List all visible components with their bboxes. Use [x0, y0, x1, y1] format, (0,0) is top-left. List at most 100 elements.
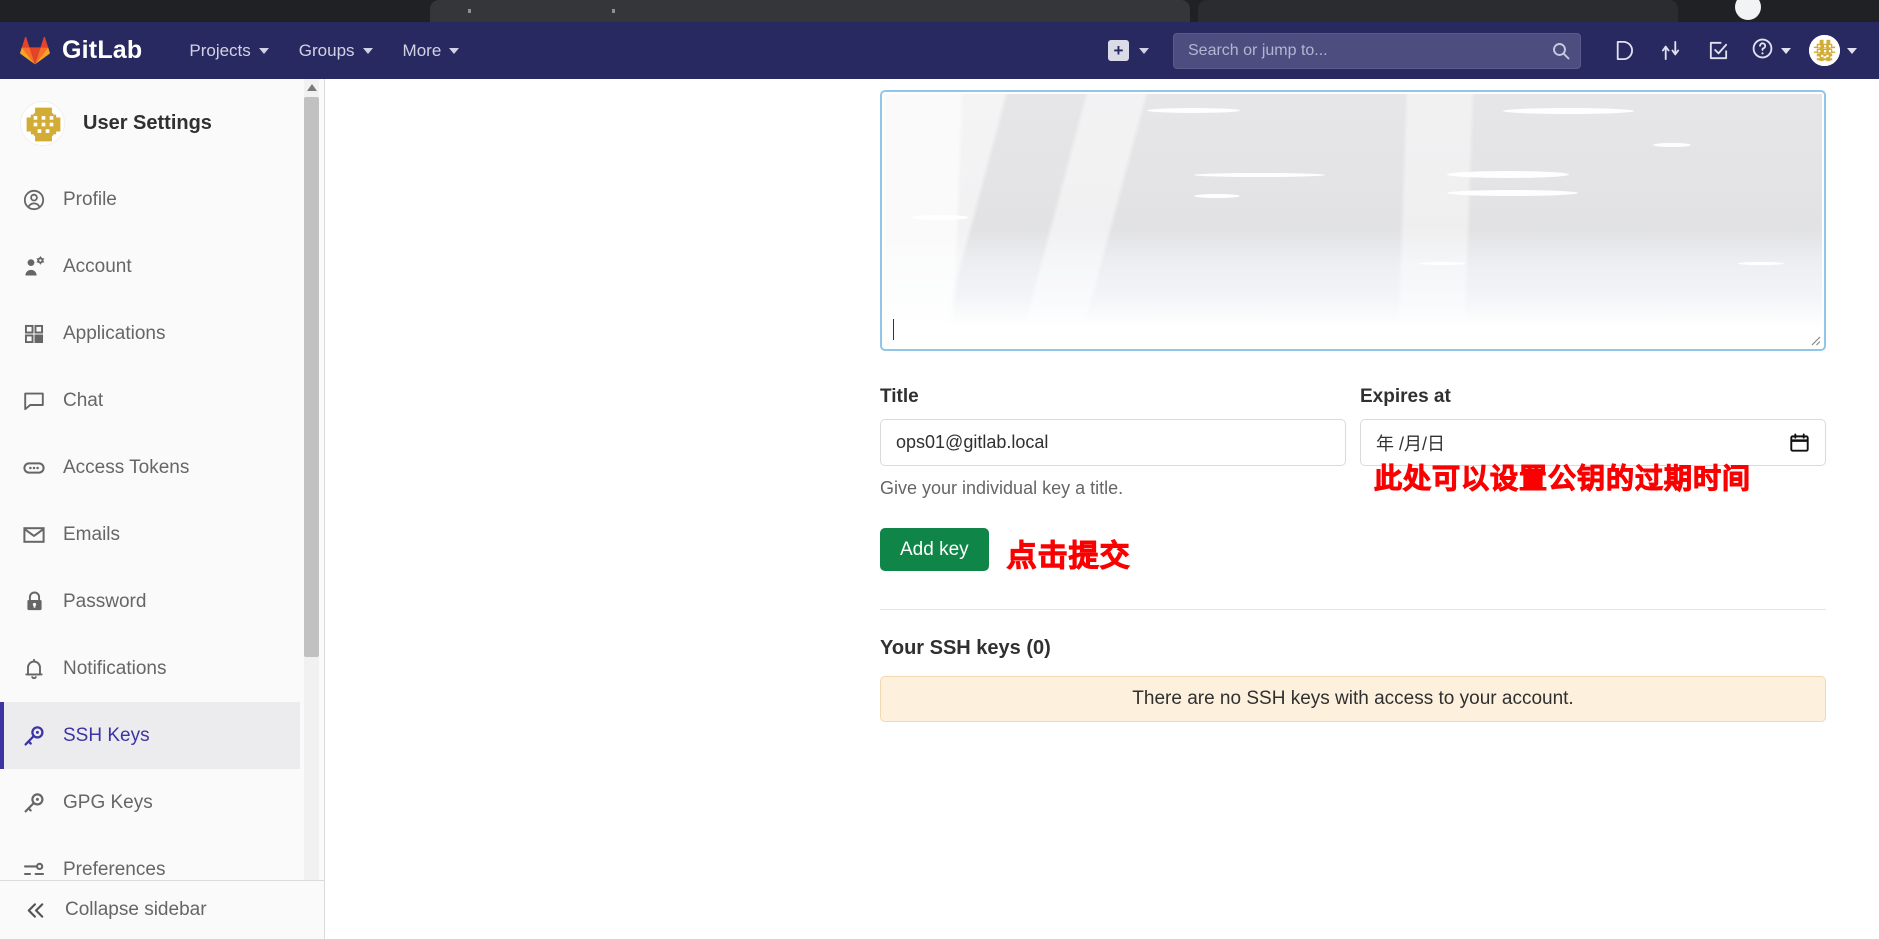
form-fields-row: Title Give your individual key a title. … — [880, 386, 1826, 499]
sidebar-item-emails[interactable]: Emails — [0, 501, 300, 568]
sidebar-scrollbar[interactable] — [304, 79, 319, 881]
issues-icon[interactable] — [1599, 28, 1645, 74]
sidebar-item-preferences[interactable]: Preferences — [0, 836, 300, 881]
gitlab-home-link[interactable]: GitLab — [20, 36, 142, 66]
applications-grid-icon — [21, 321, 47, 347]
ssh-key-form: Title Give your individual key a title. … — [880, 90, 1826, 722]
sidebar-header: User Settings — [0, 79, 300, 166]
nav-item-more[interactable]: More — [390, 33, 473, 69]
merge-requests-icon[interactable] — [1647, 28, 1693, 74]
chevron-down-icon — [449, 47, 460, 54]
help-icon — [1751, 37, 1774, 65]
title-field-label: Title — [880, 386, 919, 407]
chevron-down-icon — [1139, 47, 1149, 54]
sidebar-item-label: Profile — [63, 188, 117, 210]
chat-bubble-icon — [21, 388, 47, 414]
user-identicon-avatar — [20, 101, 65, 146]
sidebar-item-label: Access Tokens — [63, 456, 190, 478]
gitlab-wordmark: GitLab — [62, 36, 143, 64]
sidebar-item-profile[interactable]: Profile — [0, 166, 300, 233]
key-icon — [21, 723, 47, 749]
title-field-group: Title Give your individual key a title. — [880, 386, 1346, 499]
annotation-expires-note: 此处可以设置公钥的过期时间 — [1373, 462, 1752, 496]
expires-field-label: Expires at — [1360, 386, 1451, 407]
chrome-text-fragment — [612, 9, 615, 13]
sidebar-item-label: Preferences — [63, 858, 166, 880]
help-menu-button[interactable] — [1743, 28, 1799, 74]
collapse-sidebar-label: Collapse sidebar — [65, 899, 207, 920]
sidebar-item-label: Applications — [63, 322, 166, 344]
section-divider — [880, 609, 1826, 610]
sidebar-item-label: Notifications — [63, 657, 167, 679]
ssh-keys-list-heading: Your SSH keys (0) — [880, 637, 1051, 659]
title-field-hint: Give your individual key a title. — [880, 478, 1124, 498]
user-identicon-avatar — [1809, 35, 1840, 66]
scroll-up-arrow-icon[interactable] — [304, 79, 319, 95]
sliders-icon — [21, 857, 47, 882]
token-icon — [21, 455, 47, 481]
new-item-menu-button[interactable]: + — [1098, 34, 1159, 67]
chevron-down-icon — [1781, 47, 1791, 54]
sidebar-item-label: Emails — [63, 523, 121, 545]
sidebar-item-label: Account — [63, 255, 132, 277]
page-title: User Settings — [83, 112, 212, 134]
envelope-icon — [21, 522, 47, 548]
sidebar-item-account[interactable]: Account — [0, 233, 300, 300]
settings-sidebar: User Settings Profile Account Applicatio… — [0, 79, 325, 939]
sidebar-item-access-tokens[interactable]: Access Tokens — [0, 434, 300, 501]
bell-icon — [21, 656, 47, 682]
nav-item-groups-label: Groups — [298, 40, 355, 60]
account-gear-icon — [21, 254, 47, 280]
lock-icon — [21, 589, 47, 615]
sidebar-item-notifications[interactable]: Notifications — [0, 635, 300, 702]
gitlab-tanuki-logo — [20, 36, 50, 66]
chrome-text-fragment — [468, 9, 471, 13]
browser-tab-favicon — [1735, 0, 1761, 20]
nav-item-more-label: More — [402, 40, 442, 60]
sidebar-item-password[interactable]: Password — [0, 568, 300, 635]
no-ssh-keys-alert: There are no SSH keys with access to you… — [880, 676, 1826, 722]
chevron-down-icon — [1847, 47, 1857, 54]
browser-chrome-strip — [0, 0, 1879, 22]
sidebar-item-ssh-keys[interactable]: SSH Keys — [0, 702, 300, 769]
key-icon — [21, 790, 47, 816]
user-menu-button[interactable] — [1801, 28, 1865, 74]
todos-icon[interactable] — [1695, 28, 1741, 74]
text-cursor — [893, 319, 894, 340]
sidebar-item-label: Chat — [63, 389, 104, 411]
browser-tab-secondary[interactable] — [1198, 0, 1678, 22]
search-icon[interactable] — [1551, 41, 1571, 61]
sidebar-item-applications[interactable]: Applications — [0, 300, 300, 367]
submit-row: Add key 点击提交 — [880, 523, 1826, 575]
sidebar-item-chat[interactable]: Chat — [0, 367, 300, 434]
nav-item-groups[interactable]: Groups — [286, 33, 386, 69]
resize-grip-icon[interactable] — [1807, 332, 1821, 346]
redacted-key-content — [884, 94, 1822, 327]
chevron-down-icon — [258, 47, 269, 54]
collapse-sidebar-button[interactable]: Collapse sidebar — [0, 881, 324, 939]
expires-field-group: Expires at 年 /月/日 此处可以设置公钥的过期时间 — [1360, 386, 1826, 499]
add-key-button[interactable]: Add key — [880, 527, 989, 571]
chevron-down-icon — [362, 47, 373, 54]
plus-square-icon: + — [1108, 40, 1129, 61]
nav-item-projects-label: Projects — [189, 40, 251, 60]
sidebar-scroll-region: User Settings Profile Account Applicatio… — [0, 79, 300, 881]
sidebar-item-gpg-keys[interactable]: GPG Keys — [0, 769, 300, 836]
browser-tab-active[interactable] — [430, 0, 1190, 22]
ssh-key-textarea[interactable] — [880, 90, 1826, 351]
navbar-right-cluster: + — [1098, 28, 1865, 74]
calendar-icon[interactable] — [1789, 432, 1810, 453]
search-input[interactable] — [1173, 32, 1581, 69]
title-input[interactable] — [880, 419, 1346, 466]
sidebar-scrollbar-thumb[interactable] — [304, 97, 319, 657]
double-chevron-left-icon — [22, 897, 48, 923]
sidebar-item-label: GPG Keys — [63, 791, 153, 813]
user-circle-icon — [21, 187, 47, 213]
sidebar-item-label: Password — [63, 590, 147, 612]
nav-item-projects[interactable]: Projects — [176, 33, 281, 69]
annotation-submit-note: 点击提交 — [1006, 539, 1131, 575]
top-navbar: GitLab Projects Groups More + — [0, 22, 1879, 79]
main-content: Title Give your individual key a title. … — [326, 79, 1879, 939]
sidebar-item-label: SSH Keys — [63, 724, 150, 746]
global-search — [1173, 32, 1581, 69]
